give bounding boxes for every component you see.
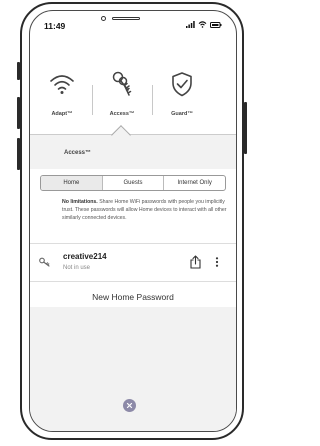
section-title: Access™ (64, 150, 92, 156)
nav-item-label: Guard™ (171, 111, 193, 117)
signal-icon (186, 21, 195, 28)
phone-power-button (244, 102, 247, 154)
tab-guests[interactable]: Guests (101, 176, 164, 190)
nav-item-label: Adapt™ (51, 111, 73, 117)
row-divider (30, 281, 236, 282)
close-icon (126, 402, 133, 409)
nav-divider-line (30, 134, 236, 135)
phone-volume-down-button (17, 138, 20, 170)
tab-internet-only[interactable]: Internet Only (163, 176, 225, 190)
phone-silent-switch (17, 62, 20, 80)
close-button[interactable] (123, 399, 136, 412)
feature-nav: Adapt™ Access™ Guard™ (30, 65, 236, 135)
shield-check-icon (172, 72, 192, 97)
keys-icon (112, 71, 132, 96)
phone-screen: 11:49 Adapt™ Access™ Guard™ Access™ Home… (29, 10, 237, 432)
tab-description: No limitations. Share Home WiFi password… (62, 199, 230, 222)
nav-item-label: Access™ (109, 111, 135, 117)
phone-volume-up-button (17, 97, 20, 129)
battery-icon (210, 22, 222, 28)
wifi-icon (50, 75, 74, 94)
tab-home[interactable]: Home (41, 176, 102, 190)
new-password-button[interactable]: New Home Password (30, 292, 236, 302)
share-icon[interactable] (190, 255, 201, 269)
status-time: 11:49 (44, 21, 66, 31)
network-name: creative214 (63, 252, 107, 261)
row-divider (30, 243, 236, 244)
earpiece-speaker (112, 17, 140, 20)
wifi-icon (198, 21, 207, 28)
network-row[interactable]: creative214 Not in use (30, 245, 236, 281)
more-vertical-icon[interactable] (215, 257, 219, 267)
nav-item-adapt[interactable]: Adapt™ (32, 65, 92, 131)
nav-item-guard[interactable]: Guard™ (152, 65, 212, 131)
status-icons (186, 21, 222, 28)
front-camera (101, 16, 106, 21)
status-bar: 11:49 (30, 11, 236, 45)
password-type-tabs: Home Guests Internet Only (40, 175, 226, 191)
nav-item-access[interactable]: Access™ (92, 65, 152, 131)
key-icon (39, 257, 50, 267)
network-status: Not in use (63, 265, 91, 271)
description-lead: No limitations. (62, 199, 98, 205)
